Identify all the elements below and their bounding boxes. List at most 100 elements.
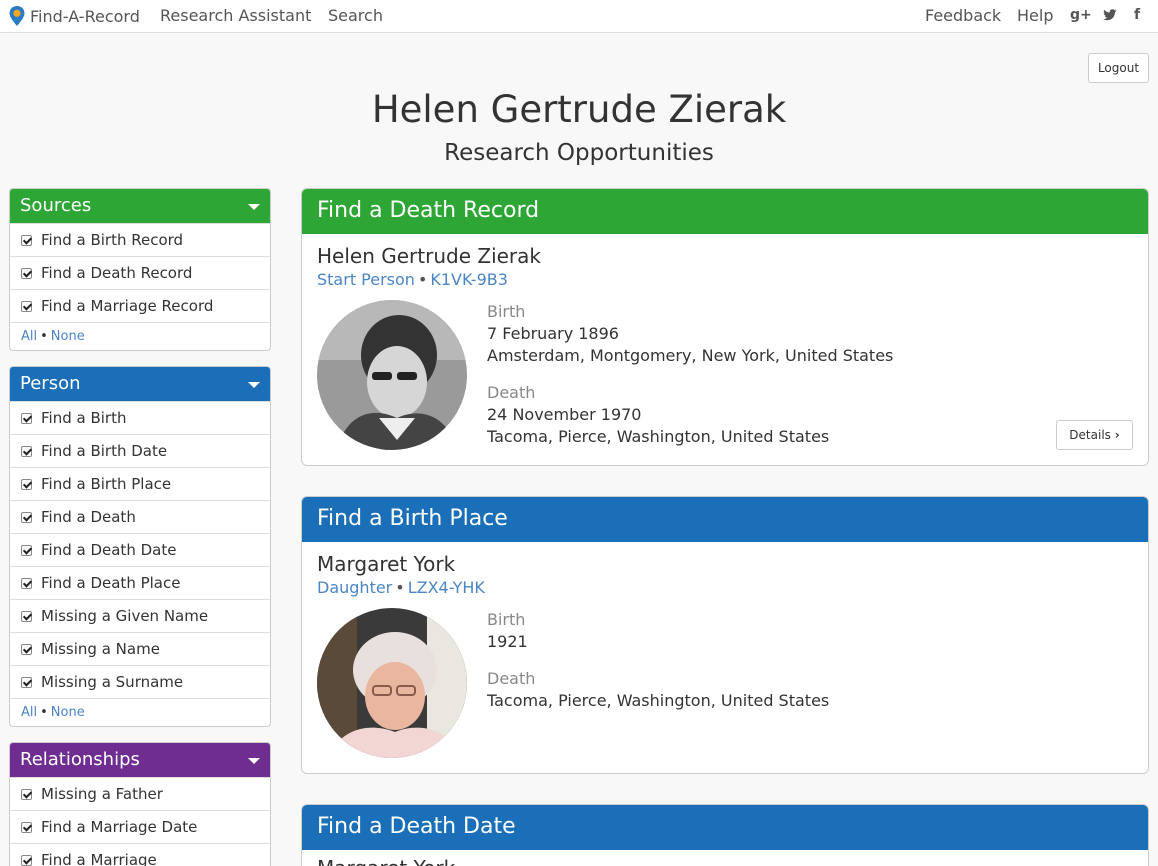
filter-label: Find a Birth Record (41, 231, 184, 249)
filter-find-death-date[interactable]: Find a Death Date (10, 533, 270, 566)
checkbox[interactable] (21, 788, 32, 800)
select-all-link[interactable]: All (21, 329, 37, 344)
sources-panel: Sources Find a Birth Record Find a Death… (9, 188, 271, 351)
panel-title: Relationships (20, 749, 140, 770)
birth-label: Birth (487, 610, 526, 629)
person-id-link[interactable]: LZX4-YHK (408, 578, 485, 597)
death-place: Tacoma, Pierce, Washington, United State… (487, 691, 830, 710)
select-all-none: All • None (10, 698, 270, 726)
filter-label: Find a Marriage Date (41, 818, 198, 836)
checkbox[interactable] (21, 676, 32, 688)
filter-missing-name[interactable]: Missing a Name (10, 632, 270, 665)
checkbox[interactable] (21, 478, 32, 490)
filter-marriage-record[interactable]: Find a Marriage Record (10, 289, 270, 322)
checkbox[interactable] (21, 643, 32, 655)
caret-down-icon (248, 382, 260, 388)
caret-down-icon (248, 758, 260, 764)
filter-death-record[interactable]: Find a Death Record (10, 256, 270, 289)
select-all-link[interactable]: All (21, 705, 37, 720)
twitter-icon[interactable] (1103, 9, 1117, 25)
logout-button[interactable]: Logout (1088, 53, 1149, 83)
card-title: Find a Death Date (302, 805, 1148, 850)
select-none-link[interactable]: None (51, 705, 85, 720)
filter-find-death-place[interactable]: Find a Death Place (10, 566, 270, 599)
filter-missing-surname[interactable]: Missing a Surname (10, 665, 270, 698)
checkbox[interactable] (21, 544, 32, 556)
checkbox[interactable] (21, 445, 32, 457)
nav-search[interactable]: Search (328, 6, 383, 25)
page-subtitle: Research Opportunities (444, 140, 714, 166)
death-label: Death (487, 669, 536, 688)
checkbox[interactable] (21, 511, 32, 523)
relationships-panel: Relationships Missing a Father Find a Ma… (9, 742, 271, 866)
filter-find-birth-place[interactable]: Find a Birth Place (10, 467, 270, 500)
opportunity-card: Find a Death Date Margaret York (301, 804, 1149, 866)
checkbox[interactable] (21, 854, 32, 866)
filter-find-birth-date[interactable]: Find a Birth Date (10, 434, 270, 467)
filter-find-marriage[interactable]: Find a Marriage (10, 843, 270, 866)
checkbox[interactable] (21, 412, 32, 424)
person-panel: Person Find a Birth Find a Birth Date Fi… (9, 366, 271, 727)
filter-label: Missing a Surname (41, 673, 184, 691)
relationships-panel-header[interactable]: Relationships (10, 743, 270, 777)
filter-label: Find a Death (41, 508, 136, 526)
details-label: Details (1069, 428, 1111, 442)
relation-link[interactable]: Start Person (317, 270, 415, 289)
checkbox[interactable] (21, 267, 32, 279)
card-title: Find a Death Record (302, 189, 1148, 234)
filter-label: Find a Death Date (41, 541, 177, 559)
sources-panel-header[interactable]: Sources (10, 189, 270, 223)
person-portrait (317, 608, 467, 758)
map-pin-icon (9, 6, 25, 26)
google-plus-icon[interactable]: g+ (1070, 7, 1092, 23)
relation-link[interactable]: Daughter (317, 578, 392, 597)
filter-label: Find a Marriage Record (41, 297, 214, 315)
filter-label: Find a Marriage (41, 851, 157, 866)
filter-birth-record[interactable]: Find a Birth Record (10, 223, 270, 256)
filter-missing-given-name[interactable]: Missing a Given Name (10, 599, 270, 632)
nav-feedback[interactable]: Feedback (925, 6, 1001, 25)
nav-help[interactable]: Help (1017, 6, 1053, 25)
birth-date: 7 February 1896 (487, 324, 619, 343)
caret-down-icon (248, 204, 260, 210)
select-none-link[interactable]: None (51, 329, 85, 344)
filter-label: Find a Birth Date (41, 442, 168, 460)
filter-find-marriage-date[interactable]: Find a Marriage Date (10, 810, 270, 843)
filter-label: Missing a Given Name (41, 607, 209, 625)
top-navbar: Find-A-Record Research Assistant Search … (0, 0, 1158, 33)
checkbox[interactable] (21, 577, 32, 589)
death-date: 24 November 1970 (487, 405, 642, 424)
person-meta: Start Person • K1VK-9B3 (317, 270, 508, 289)
checkbox[interactable] (21, 821, 32, 833)
birth-date: 1921 (487, 632, 528, 651)
person-name: Margaret York (317, 552, 456, 576)
checkbox[interactable] (21, 610, 32, 622)
opportunity-card: Find a Death Record Helen Gertrude Ziera… (301, 188, 1149, 466)
checkbox[interactable] (21, 234, 32, 246)
person-id-link[interactable]: K1VK-9B3 (430, 270, 508, 289)
filter-label: Missing a Father (41, 785, 163, 803)
checkbox[interactable] (21, 300, 32, 312)
chevron-right-icon: › (1114, 428, 1120, 442)
select-all-none: All • None (10, 322, 270, 350)
page-title: Helen Gertrude Zierak (371, 88, 787, 131)
death-label: Death (487, 383, 536, 402)
filter-find-birth[interactable]: Find a Birth (10, 401, 270, 434)
person-panel-header[interactable]: Person (10, 367, 270, 401)
nav-research-assistant[interactable]: Research Assistant (160, 6, 311, 25)
filter-label: Find a Birth (41, 409, 127, 427)
filter-find-death[interactable]: Find a Death (10, 500, 270, 533)
birth-place: Amsterdam, Montgomery, New York, United … (487, 346, 894, 365)
person-meta: Daughter • LZX4-YHK (317, 578, 485, 597)
filter-label: Missing a Name (41, 640, 160, 658)
filter-label: Find a Birth Place (41, 475, 172, 493)
brand-link[interactable]: Find-A-Record (8, 5, 140, 27)
panel-title: Person (20, 373, 81, 394)
panel-title: Sources (20, 195, 92, 216)
card-title: Find a Birth Place (302, 497, 1148, 542)
filter-missing-father[interactable]: Missing a Father (10, 777, 270, 810)
filter-label: Find a Death Record (41, 264, 193, 282)
details-button[interactable]: Details › (1056, 420, 1133, 450)
facebook-icon[interactable]: f (1134, 7, 1140, 23)
death-place: Tacoma, Pierce, Washington, United State… (487, 427, 830, 446)
